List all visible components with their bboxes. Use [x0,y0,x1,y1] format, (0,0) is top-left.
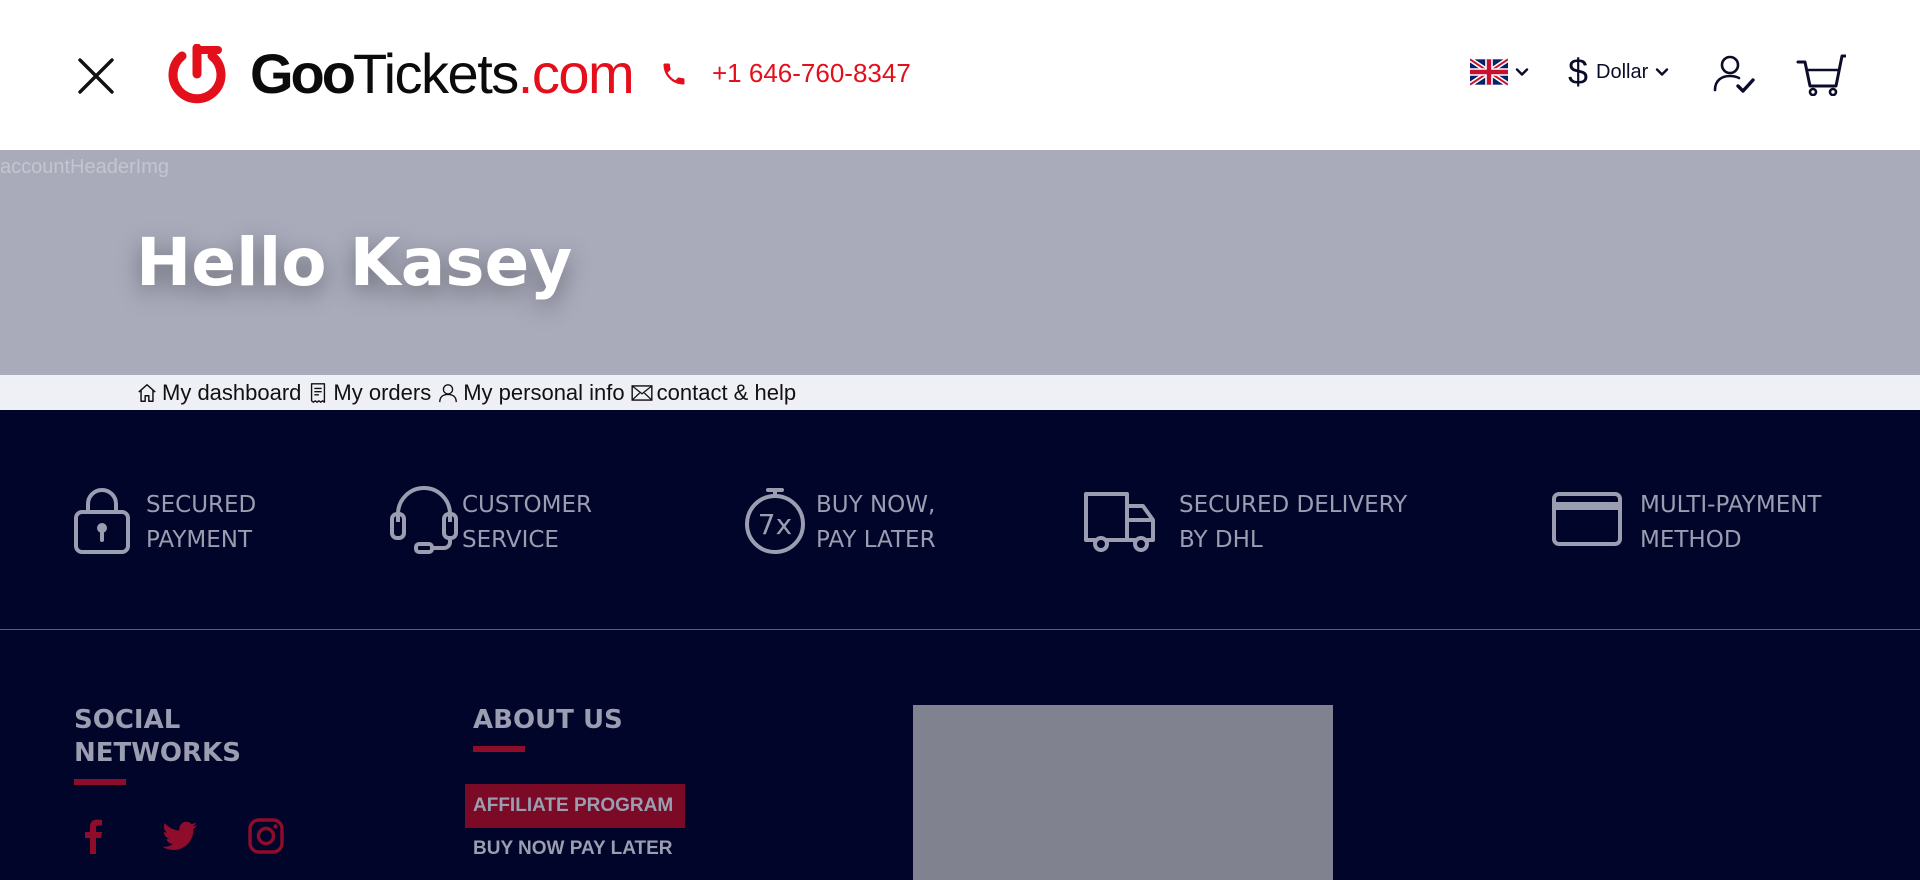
user-name: Kasey [349,224,573,301]
greeting-title: Hello Kasey [136,224,572,301]
logo-mark-icon [168,44,226,104]
user-icon [439,383,458,402]
tab-my-orders[interactable]: My orders [307,380,431,406]
feature-text: CUSTOMER SERVICE [462,492,593,553]
truck-icon [1084,492,1155,552]
tab-label: contact & help [656,379,797,405]
feature-text: SECURED DELIVERY BY DHL [1179,492,1408,553]
account-tabs: My dashboard My orders My personal info … [0,375,1920,410]
currency-select[interactable]: $ Dollar [1568,52,1670,92]
hero-image-alt-text: accountHeaderImg [0,156,169,178]
user-check-icon[interactable] [1712,52,1756,96]
logo-text-dotcom: .com [517,42,635,105]
logo-text: GooTickets.com [250,42,635,105]
feature-text: BUY NOW, PAY LATER [816,492,936,553]
phone-icon [663,63,685,84]
feature-secured-payment: SECURED PAYMENT [74,484,256,558]
footer-image-placeholder [913,705,1333,880]
tab-label: My dashboard [162,379,302,405]
feature-multi-payment: MULTI-PAYMENT METHOD [1552,484,1821,558]
dollar-icon: $ [1568,51,1589,92]
language-select[interactable] [1470,58,1530,86]
feature-text: MULTI-PAYMENT METHOD [1640,492,1822,553]
feature-secured-delivery: SECURED DELIVERY BY DHL [1083,484,1407,558]
cart-icon[interactable] [1796,52,1847,97]
tab-label: My orders [333,379,432,405]
feature-customer-service: CUSTOMER SERVICE [390,484,592,558]
tab-label: My personal info [463,379,625,405]
tab-my-personal-info[interactable]: My personal info [437,379,625,406]
timer-7x-icon: 7x [745,488,805,554]
site-header: GooTickets.com +1 646-760-8347 $ Dollar [0,0,1920,150]
features-bar: SECURED PAYMENT CUSTOMER SERVICE 7x BUY … [0,410,1920,630]
twitter-icon[interactable] [160,816,200,856]
tab-my-dashboard[interactable]: My dashboard [136,380,301,406]
timer-label: 7x [758,508,792,541]
greeting-word: Hello [136,224,327,301]
social-icons [74,816,286,856]
logo-text-tickets: Tickets [352,42,519,105]
chevron-down-icon [1515,68,1529,76]
headset-icon [390,486,458,554]
facebook-icon[interactable] [74,816,114,856]
about-title-underline [473,746,525,752]
close-icon[interactable] [74,54,118,98]
feature-text: SECURED PAYMENT [146,492,257,553]
social-title-underline [74,779,126,785]
phone-link[interactable]: +1 646-760-8347 [660,58,911,89]
buy-now-pay-later-link[interactable]: BUY NOW PAY LATER [473,838,673,860]
envelope-icon [631,384,653,401]
social-networks-title: SOCIAL NETWORKS [74,705,241,768]
uk-flag-icon [1470,58,1508,86]
site-footer: SECURED PAYMENT CUSTOMER SERVICE 7x BUY … [0,410,1920,880]
feature-buy-now-pay-later: 7x BUY NOW, PAY LATER [744,484,936,558]
currency-label: Dollar [1596,60,1649,83]
about-us-title: ABOUT US [473,705,623,735]
tab-contact-help[interactable]: contact & help [631,380,796,406]
affiliate-program-link[interactable]: AFFILIATE PROGRAM [465,784,685,828]
home-icon [138,383,156,402]
instagram-icon[interactable] [246,816,286,856]
receipt-icon [311,382,326,403]
credit-card-icon [1552,492,1622,546]
logo-text-goo: Goo [250,42,356,105]
lock-icon [74,488,130,554]
account-hero: accountHeaderImg Hello Kasey [0,150,1920,375]
site-logo[interactable]: GooTickets.com [160,42,635,105]
phone-number: +1 646-760-8347 [712,58,911,88]
chevron-down-icon [1656,68,1669,76]
